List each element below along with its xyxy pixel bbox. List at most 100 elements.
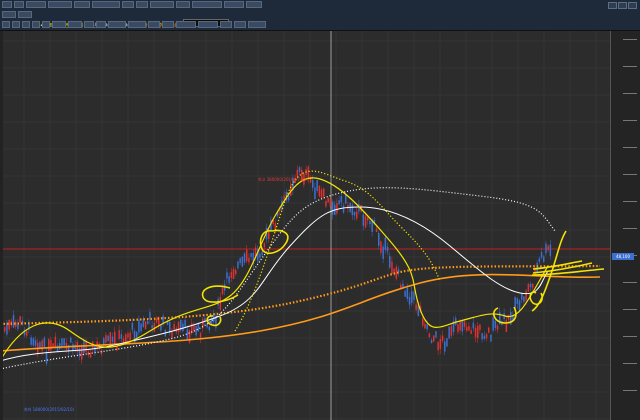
window-close-icon[interactable] [628,2,637,9]
candle [457,324,459,333]
candle [323,188,325,197]
candle [105,334,107,343]
toolbar-button[interactable] [176,21,196,28]
candle [424,323,426,329]
candle [408,296,411,305]
toolbar-button[interactable] [22,21,30,28]
candle [479,324,481,331]
price-axis[interactable] [610,31,640,420]
candle [518,300,521,311]
candle [422,318,424,326]
candle [543,256,545,262]
candle [532,283,534,288]
price-chart-area[interactable]: 최고 380000(2016/07/19) 최저 180000(2015/02/… [0,31,610,420]
chart-left-edge [0,31,3,420]
candle [338,200,340,205]
candle [375,228,378,232]
toolbar-button[interactable] [96,21,106,28]
candle [448,326,450,339]
toolbar-button[interactable] [48,1,72,8]
toolbar-button[interactable] [12,21,20,28]
candle [492,317,494,331]
candle [208,326,211,331]
candle [529,283,532,288]
toolbar-button[interactable] [52,21,66,28]
candle [314,187,316,200]
candle [140,323,142,332]
toolbar-button[interactable] [108,21,126,28]
candle [362,214,365,226]
price-axis-tick [623,336,637,337]
candle [261,251,263,256]
candle [228,276,230,283]
toolbar-button[interactable] [2,21,10,28]
candle [151,325,153,329]
candle [318,185,321,197]
candle [483,335,486,339]
candle [32,338,35,346]
toolbar-button[interactable] [220,21,232,28]
candle [136,332,138,338]
toolbar-button[interactable] [176,1,190,8]
toolbar-button[interactable] [148,21,160,28]
candle [153,322,156,332]
candle [413,291,415,300]
candle [404,290,406,297]
candle [107,335,109,342]
candle [378,232,380,246]
toolbar-button[interactable] [136,1,148,8]
price-chart-svg[interactable] [0,31,610,420]
candle [26,331,28,336]
toolbar-button[interactable] [2,1,12,8]
toolbar-button[interactable] [234,21,246,28]
candle [466,326,468,331]
price-axis-tick [623,282,637,283]
candle [459,321,461,331]
toolbar-button[interactable] [42,21,50,28]
toolbar-button[interactable] [74,1,90,8]
toolbar-button[interactable] [26,1,46,8]
toolbar-button[interactable] [162,21,174,28]
candle [120,334,123,339]
candle [246,249,248,262]
window-restore-icon[interactable] [618,2,627,9]
toolbar-button[interactable] [32,21,40,28]
toolbar-button[interactable] [92,1,120,8]
candle [437,342,439,351]
toolbar-button[interactable] [14,1,24,8]
candle [336,203,338,214]
candle [507,314,510,320]
candle [263,243,266,248]
toolbar-button[interactable] [248,21,266,28]
candle [369,221,371,225]
drawn-annotation-stroke[interactable] [532,260,583,270]
toolbar-button[interactable] [18,11,32,18]
candle [496,325,499,330]
candle [129,332,131,341]
toolbar-button[interactable] [192,1,222,8]
toolbar-button[interactable] [198,21,218,28]
candle [331,201,334,215]
toolbar-button[interactable] [2,11,16,18]
candle [296,169,299,177]
toolbar-button[interactable] [224,1,244,8]
toolbar-button[interactable] [150,1,174,8]
candle [48,339,50,352]
candle [474,327,477,338]
candle [81,346,83,360]
price-axis-tick [623,363,637,364]
price-axis-tick [623,174,637,175]
window-minimize-icon[interactable] [608,2,617,9]
toolbar-button[interactable] [84,21,94,28]
toolbar-button[interactable] [246,1,262,8]
candle [94,345,96,353]
candle [221,288,224,295]
candle [364,216,367,228]
toolbar-button[interactable] [122,1,134,8]
candle [155,318,158,323]
candle [547,245,549,251]
toolbar-button[interactable] [68,21,82,28]
candle [235,269,237,275]
toolbar-button[interactable] [128,21,146,28]
candle [402,283,404,288]
